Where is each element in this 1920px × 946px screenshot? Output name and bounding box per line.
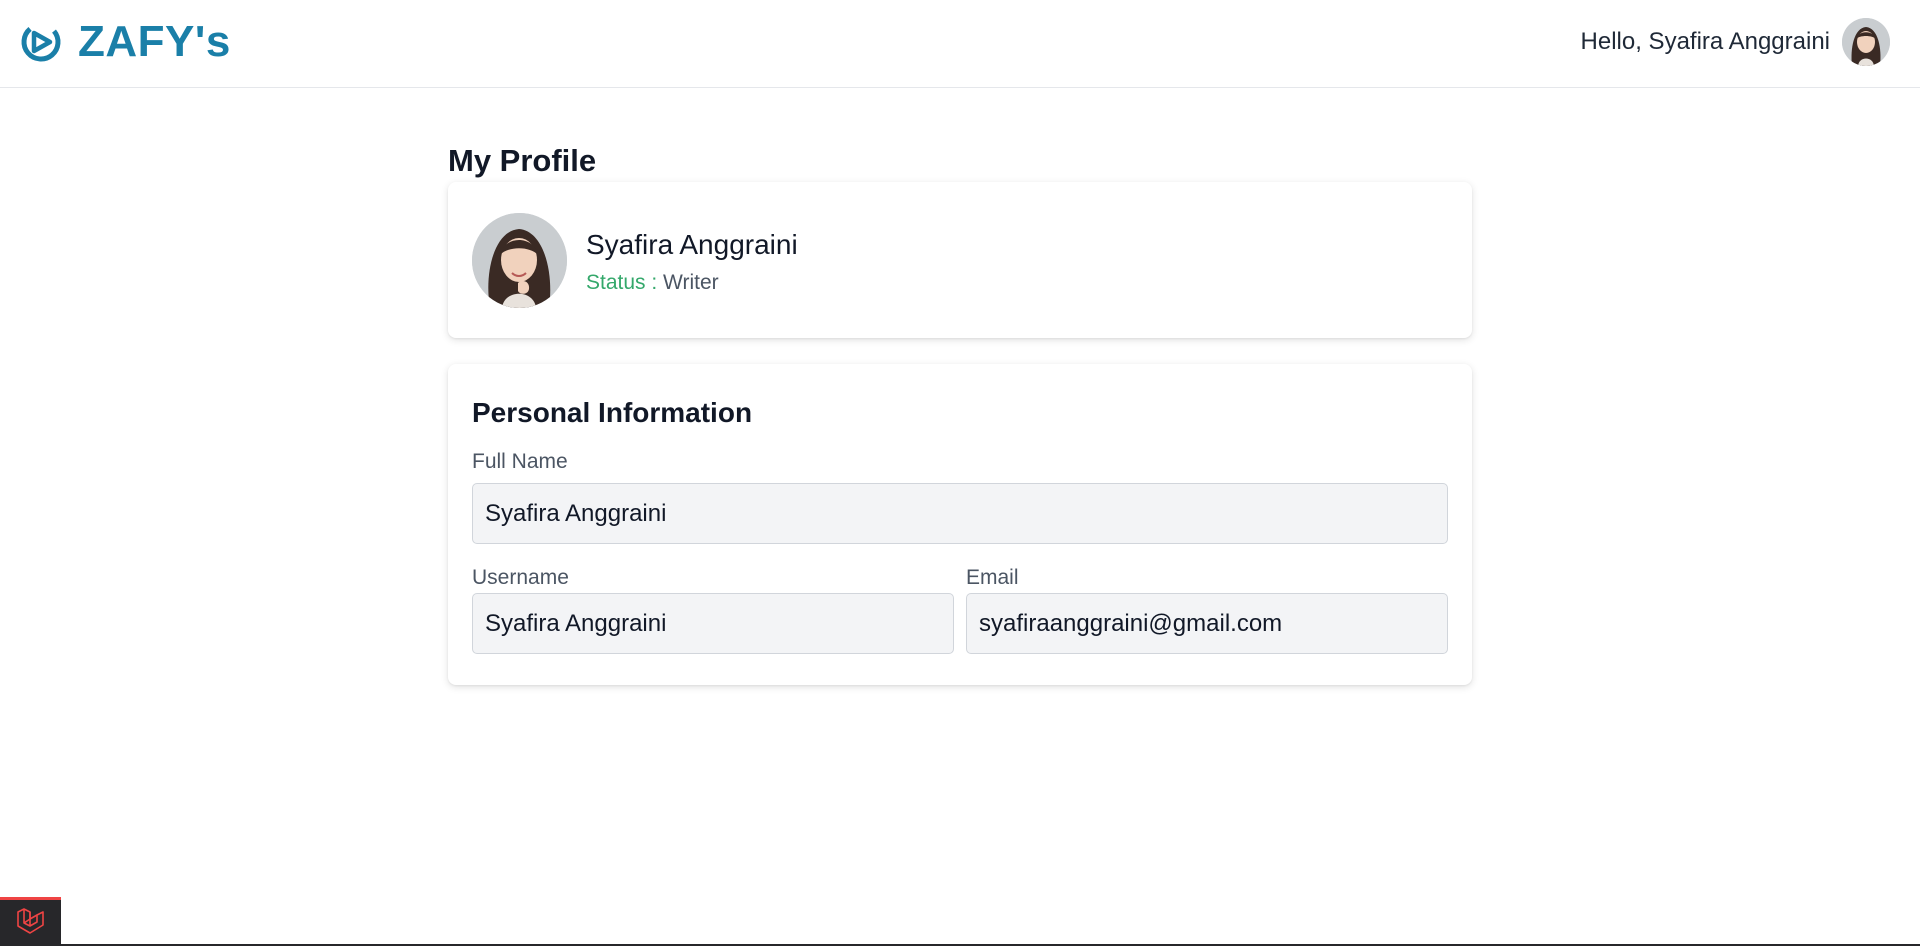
username-field[interactable] [472, 593, 954, 654]
profile-summary-card: Syafira Anggraini Status : Writer [448, 182, 1472, 338]
full-name-field[interactable] [472, 483, 1448, 544]
brand-home-link[interactable]: ZAFY's [20, 17, 231, 66]
full-name-label: Full Name [472, 450, 568, 473]
profile-name: Syafira Anggraini [586, 229, 798, 260]
top-navbar: ZAFY's Hello, Syafira Anggraini [0, 0, 1920, 88]
email-label: Email [966, 566, 1019, 589]
user-avatar[interactable] [1842, 18, 1890, 66]
profile-avatar [472, 213, 567, 308]
profile-status: Status : Writer [586, 271, 719, 295]
laravel-logo-icon [15, 906, 47, 941]
status-value: Writer [663, 271, 719, 294]
email-field[interactable] [966, 593, 1448, 654]
zafys-logo-icon [20, 21, 62, 63]
user-menu[interactable]: Hello, Syafira Anggraini [1581, 18, 1890, 66]
laravel-debugbar-button[interactable] [0, 897, 61, 946]
user-greeting: Hello, Syafira Anggraini [1580, 28, 1830, 55]
username-label: Username [472, 566, 569, 589]
section-title: Personal Information [472, 397, 753, 428]
brand-name: ZAFY's [78, 17, 231, 66]
status-label: Status : [586, 271, 658, 294]
page-title: My Profile [448, 143, 597, 178]
personal-information-card: Personal Information Full Name Username … [448, 364, 1472, 685]
